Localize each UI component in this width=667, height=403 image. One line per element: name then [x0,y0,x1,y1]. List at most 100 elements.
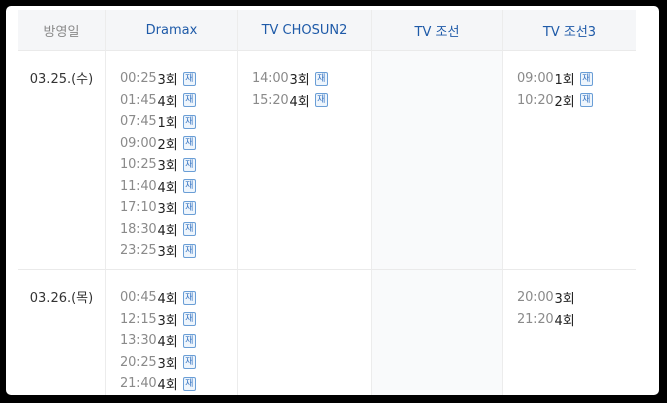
episode-number: 3회 [157,313,178,329]
schedule-cell-tv-chosun3: 09:00 1회 재 10:20 2회 재 [503,50,636,269]
rerun-badge: 재 [579,71,593,86]
airing-time: 20:00 [517,290,554,306]
airing-time: 07:45 [120,114,157,130]
airing-list: 00:45 4회 재 12:15 3회 재 13:30 4회 재 20:25 3회 재 21:40 4회 재 [106,287,237,395]
airing-time: 20:25 [120,354,157,370]
episode-number: 4회 [157,292,178,308]
airing-time: 00:25 [120,71,157,87]
airing-entry: 13:30 4회 재 [120,330,237,352]
rerun-badge: 재 [314,93,328,108]
airing-time: 14:00 [252,71,289,87]
airing-entry: 00:25 3회 재 [120,68,237,90]
airing-time: 09:00 [120,135,157,151]
airing-entry: 21:40 4회 재 [120,373,237,395]
schedule-cell-dramax: 00:45 4회 재 12:15 3회 재 13:30 4회 재 20:25 3회 재 21:40 4회 재 [106,269,238,395]
rerun-badge: 재 [182,312,196,327]
episode-number: 4회 [554,313,575,329]
episode-number: 2회 [157,137,178,153]
airing-entry: 21:20 4회 [517,309,636,331]
airing-entry: 17:10 3회 재 [120,197,237,219]
airing-list: 14:00 3회 재 15:20 4회 재 [238,68,371,111]
episode-number: 3회 [554,292,575,308]
airing-time: 21:40 [120,376,157,392]
airing-time: 00:45 [120,290,157,306]
episode-number: 3회 [157,159,178,175]
episode-number: 2회 [554,94,575,110]
rerun-badge: 재 [182,222,196,237]
episode-number: 3회 [157,202,178,218]
episode-number: 1회 [554,73,575,89]
rerun-badge: 재 [314,71,328,86]
schedule-cell-tv-chosun [372,269,503,395]
airing-entry: 10:20 2회 재 [517,90,636,112]
schedule-cell-tv-chosun2: 14:00 3회 재 15:20 4회 재 [238,50,372,269]
schedule-cell-tv-chosun2 [238,269,372,395]
airing-time: 11:40 [120,178,157,194]
episode-number: 4회 [289,94,310,110]
airing-entry: 12:15 3회 재 [120,309,237,331]
schedule-cell-dramax: 00:25 3회 재 01:45 4회 재 07:45 1회 재 09:00 2회 재 10:25 3회 재… [106,50,238,269]
airing-list: 00:25 3회 재 01:45 4회 재 07:45 1회 재 09:00 2회 재 10:25 3회 재… [106,68,237,262]
airing-entry: 20:00 3회 [517,287,636,309]
rerun-badge: 재 [182,114,196,129]
rerun-badge: 재 [182,333,196,348]
episode-number: 3회 [157,356,178,372]
broadcast-schedule-table: 방영일 Dramax TV CHOSUN2 TV 조선 TV 조선3 03.25… [18,10,636,395]
airing-time: 17:10 [120,200,157,216]
air-date: 03.25.(수) [29,72,94,87]
rerun-badge: 재 [182,200,196,215]
airing-list: 20:00 3회 21:20 4회 [503,287,636,330]
airing-time: 13:30 [120,333,157,349]
header-date: 방영일 [18,10,106,50]
airing-time: 10:25 [120,157,157,173]
rerun-badge: 재 [182,376,196,391]
schedule-cell-tv-chosun [372,50,503,269]
airing-entry: 09:00 2회 재 [120,133,237,155]
header-channel-tv-chosun2[interactable]: TV CHOSUN2 [238,10,372,50]
rerun-badge: 재 [182,355,196,370]
airing-entry: 20:25 3회 재 [120,352,237,374]
episode-number: 4회 [157,94,178,110]
airing-time: 23:25 [120,243,157,259]
header-channel-tv-chosun3[interactable]: TV 조선3 [503,10,636,50]
schedule-panel: 방영일 Dramax TV CHOSUN2 TV 조선 TV 조선3 03.25… [6,6,659,395]
airing-time: 18:30 [120,221,157,237]
airing-entry: 11:40 4회 재 [120,176,237,198]
header-channel-tv-chosun[interactable]: TV 조선 [372,10,503,50]
episode-number: 4회 [157,335,178,351]
airing-list: 09:00 1회 재 10:20 2회 재 [503,68,636,111]
air-date: 03.26.(목) [29,291,94,306]
episode-number: 3회 [157,245,178,261]
rerun-badge: 재 [182,179,196,194]
rerun-badge: 재 [182,243,196,258]
airing-entry: 23:25 3회 재 [120,240,237,262]
rerun-badge: 재 [182,93,196,108]
airing-entry: 14:00 3회 재 [252,68,371,90]
rerun-badge: 재 [182,290,196,305]
airing-time: 01:45 [120,92,157,108]
airing-time: 21:20 [517,311,554,327]
episode-number: 3회 [289,73,310,89]
rerun-badge: 재 [182,136,196,151]
rerun-badge: 재 [182,157,196,172]
airing-time: 10:20 [517,92,554,108]
date-cell: 03.26.(목) [18,269,106,395]
schedule-cell-tv-chosun3: 20:00 3회 21:20 4회 [503,269,636,395]
date-cell: 03.25.(수) [18,50,106,269]
episode-number: 4회 [157,378,178,394]
episode-number: 4회 [157,180,178,196]
episode-number: 3회 [157,73,178,89]
airing-entry: 00:45 4회 재 [120,287,237,309]
rerun-badge: 재 [579,93,593,108]
airing-entry: 07:45 1회 재 [120,111,237,133]
episode-number: 4회 [157,223,178,239]
episode-number: 1회 [157,116,178,132]
airing-entry: 09:00 1회 재 [517,68,636,90]
airing-entry: 10:25 3회 재 [120,154,237,176]
airing-entry: 18:30 4회 재 [120,219,237,241]
header-channel-dramax[interactable]: Dramax [106,10,238,50]
airing-entry: 01:45 4회 재 [120,90,237,112]
airing-entry: 15:20 4회 재 [252,90,371,112]
airing-time: 12:15 [120,311,157,327]
airing-time: 15:20 [252,92,289,108]
